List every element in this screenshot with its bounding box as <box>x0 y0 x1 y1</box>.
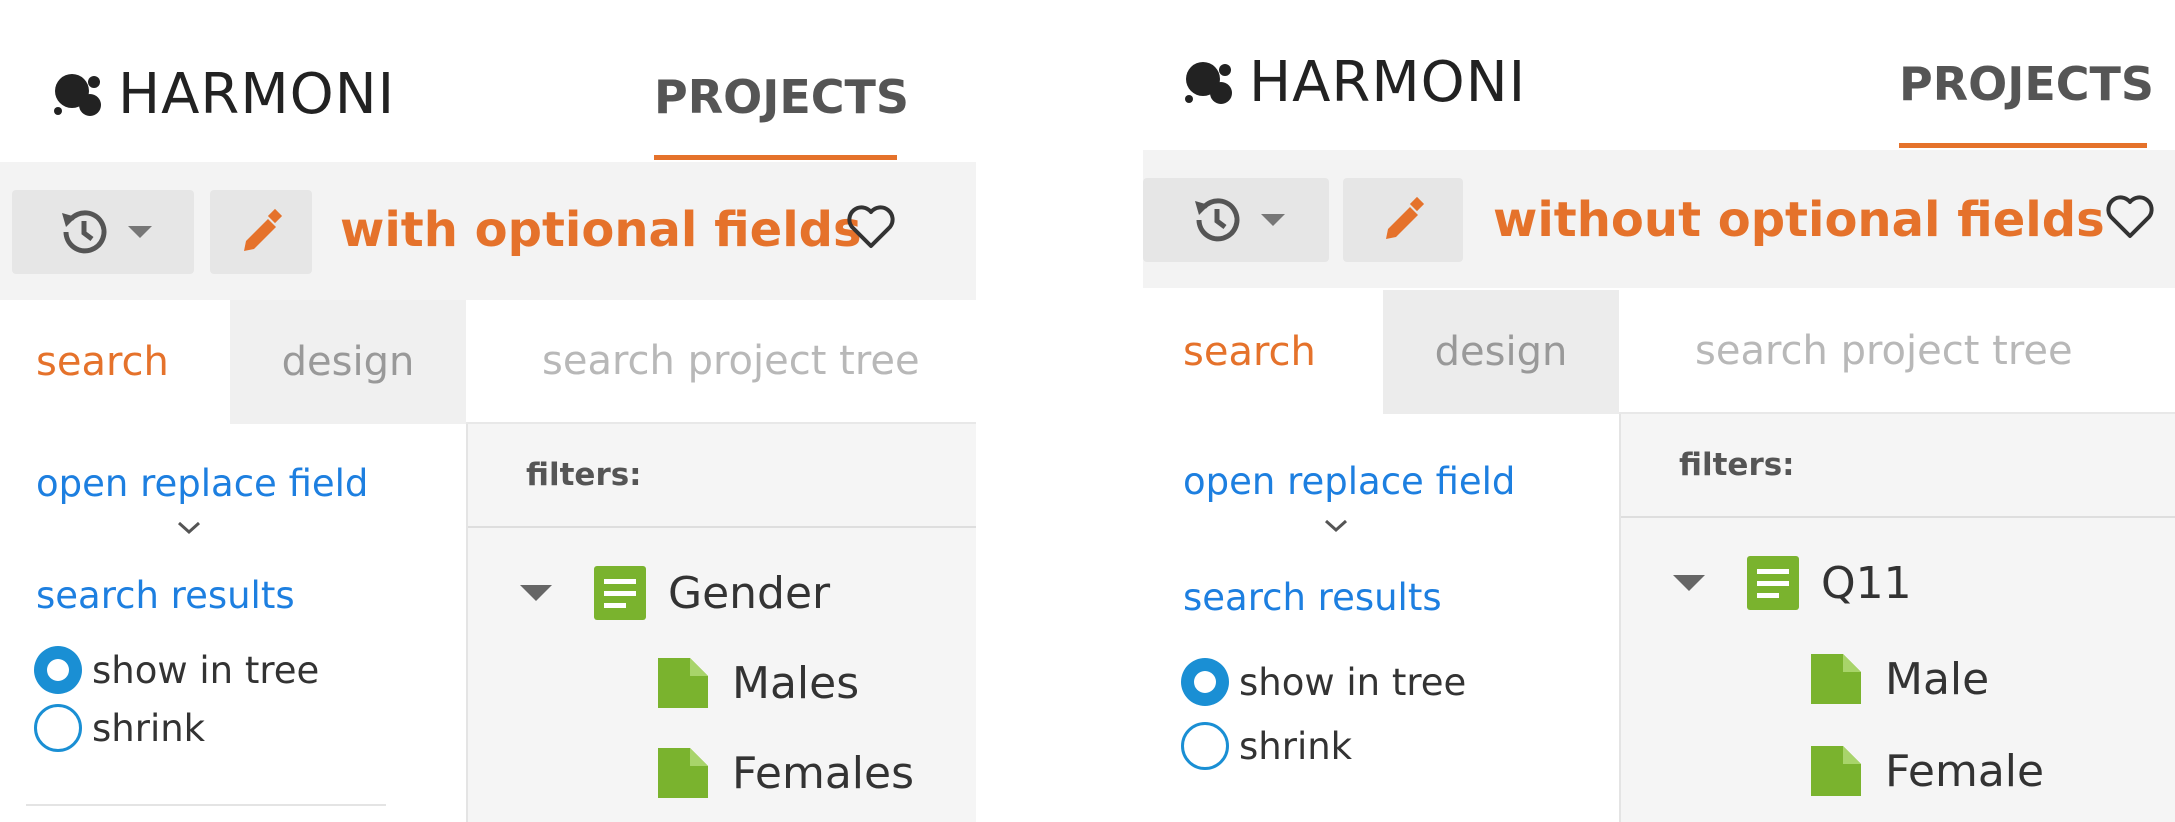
code-icon <box>658 748 708 798</box>
tree-search-input[interactable] <box>540 337 976 385</box>
question-icon <box>594 566 646 620</box>
nav-active-underline <box>1899 143 2147 148</box>
chevron-down-icon[interactable] <box>176 520 202 536</box>
tab-search[interactable]: search <box>0 300 230 424</box>
tree-node-label: Males <box>732 657 860 709</box>
radio-label: show in tree <box>1239 660 1467 704</box>
open-replace-field-link[interactable]: open replace field <box>36 462 368 505</box>
tree-node-child[interactable]: Male <box>1809 652 1989 706</box>
radio-label: show in tree <box>92 648 320 692</box>
tree-search-box <box>466 300 976 424</box>
open-replace-field-link[interactable]: open replace field <box>1183 460 1515 503</box>
radio-label: shrink <box>1239 724 1353 768</box>
harmoni-logo-icon <box>54 73 101 116</box>
edit-project-button[interactable] <box>1343 178 1463 262</box>
chevron-down-icon <box>1261 214 1285 226</box>
tab-design[interactable]: design <box>1383 290 1619 414</box>
tab-search[interactable]: search <box>1143 290 1383 414</box>
search-results-link[interactable]: search results <box>36 574 295 617</box>
pencil-icon <box>244 208 283 251</box>
nav-tab-projects[interactable]: PROJECTS <box>1899 57 2154 111</box>
radio-shrink[interactable]: shrink <box>34 704 205 752</box>
harmoni-logo-icon <box>1185 61 1232 104</box>
tree-node-child[interactable]: Females <box>656 746 914 800</box>
panel-without-optional-fields: HARMONI PROJECTS without optional fields… <box>1143 0 2175 822</box>
logo-text: HARMONI <box>118 62 396 127</box>
radio-show-in-tree[interactable]: show in tree <box>34 646 319 694</box>
tree-node-label: Females <box>732 747 915 799</box>
tree-search-box <box>1619 290 2175 414</box>
project-toolbar: with optional fields <box>0 162 976 300</box>
radio-unchecked-icon[interactable] <box>34 704 82 752</box>
tab-design[interactable]: design <box>230 300 466 424</box>
tree-node-label: Female <box>1885 745 2045 797</box>
heart-icon[interactable] <box>846 204 896 250</box>
project-title: without optional fields <box>1493 192 2105 248</box>
history-dropdown-button[interactable] <box>12 190 194 274</box>
radio-checked-icon[interactable] <box>1181 658 1229 706</box>
tree-node-parent[interactable]: Q11 <box>1673 554 1912 612</box>
radio-unchecked-icon[interactable] <box>1181 722 1229 770</box>
filters-label: filters: <box>1679 447 1795 483</box>
radio-label: shrink <box>92 706 206 750</box>
radio-shrink[interactable]: shrink <box>1181 722 1352 770</box>
tree-node-child[interactable]: Males <box>656 656 859 710</box>
history-icon <box>1195 198 1240 242</box>
project-toolbar: without optional fields <box>1143 150 2175 288</box>
radio-checked-icon[interactable] <box>34 646 82 694</box>
code-icon <box>1811 746 1861 796</box>
project-tree: filters: Gender Males Females <box>468 424 976 822</box>
section-divider <box>26 804 386 806</box>
chevron-down-icon[interactable] <box>1323 518 1349 534</box>
radio-show-in-tree[interactable]: show in tree <box>1181 658 1466 706</box>
history-icon <box>62 210 107 254</box>
tree-node-label: Male <box>1885 653 1990 705</box>
logo-text: HARMONI <box>1249 50 1527 115</box>
pencil-icon <box>1386 196 1425 239</box>
search-results-link[interactable]: search results <box>1183 576 1442 619</box>
tree-node-child[interactable]: Female <box>1809 744 2044 798</box>
history-dropdown-button[interactable] <box>1143 178 1329 262</box>
nav-tab-projects[interactable]: PROJECTS <box>654 70 909 124</box>
tree-node-parent[interactable]: Gender <box>520 564 830 622</box>
project-title: with optional fields <box>340 202 862 258</box>
chevron-down-icon <box>128 226 152 238</box>
heart-icon[interactable] <box>2105 194 2155 240</box>
filters-label: filters: <box>526 457 642 493</box>
code-icon <box>1811 654 1861 704</box>
project-tree: filters: Q11 Male Female <box>1621 414 2175 822</box>
code-icon <box>658 658 708 708</box>
tree-node-label: Gender <box>668 567 831 619</box>
expand-triangle-icon[interactable] <box>1673 575 1705 591</box>
tree-search-input[interactable] <box>1693 327 2175 375</box>
filters-bar: filters: <box>1621 414 2175 518</box>
filters-bar: filters: <box>468 424 976 528</box>
nav-active-underline <box>654 155 897 160</box>
harmoni-logo[interactable]: HARMONI <box>50 62 395 127</box>
panel-with-optional-fields: HARMONI PROJECTS with optional fields se… <box>0 0 976 822</box>
question-icon <box>1747 556 1799 610</box>
expand-triangle-icon[interactable] <box>520 585 552 601</box>
edit-project-button[interactable] <box>210 190 312 274</box>
tree-node-label: Q11 <box>1821 557 1912 609</box>
harmoni-logo[interactable]: HARMONI <box>1181 50 1526 115</box>
